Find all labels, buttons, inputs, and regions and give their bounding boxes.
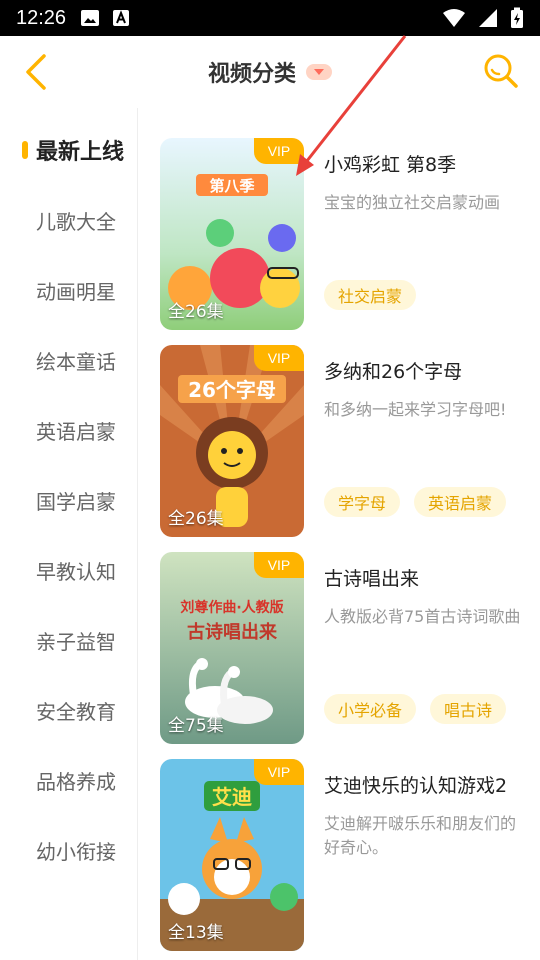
signal-icon (479, 9, 497, 27)
sidebar-item-label: 早教认知 (36, 559, 116, 584)
sidebar-item-parent-child[interactable]: 亲子益智 (0, 620, 138, 660)
thumbnail-text: 刘尊作曲·人教版 (180, 599, 283, 616)
chevron-left-icon (26, 54, 46, 90)
episode-count: 全13集 (168, 923, 224, 943)
video-card[interactable]: 艾迪 VIP 全13集 艾迪快乐的认知游戏2 艾迪解开啵乐乐和朋友们的好奇心。 (160, 759, 530, 951)
sidebar-item-character[interactable]: 品格养成 (0, 760, 138, 800)
tag-chip[interactable]: 学字母 (324, 487, 401, 517)
video-description: 宝宝的独立社交启蒙动画 (324, 193, 501, 212)
search-button[interactable] (482, 52, 520, 90)
status-time: 12:26 (16, 6, 67, 29)
video-title: 多纳和26个字母 (324, 361, 463, 383)
status-bar: 12:26 (0, 0, 540, 36)
thumbnail-text: 26个字母 (188, 378, 276, 402)
category-title-dropdown[interactable]: 视频分类 (208, 56, 332, 88)
header: 视频分类 (0, 36, 540, 108)
episode-count: 全75集 (168, 716, 224, 736)
tag-chip[interactable]: 小学必备 (324, 694, 417, 724)
sidebar-item-label: 安全教育 (36, 699, 116, 724)
video-title: 古诗唱出来 (324, 568, 420, 590)
video-card[interactable]: 26个字母 VIP 全26集 多纳和26个字母 和多纳一起来学习字母吧! 学字母… (160, 345, 530, 537)
video-thumbnail: 第八季 VIP 全26集 (160, 138, 304, 330)
episode-count: 全26集 (168, 302, 224, 322)
thumbnail-text: 艾迪 (212, 785, 252, 809)
video-thumbnail: 刘尊作曲·人教版 古诗唱出来 VIP 全75集 (160, 552, 304, 744)
sidebar-item-label: 品格养成 (36, 769, 116, 794)
sidebar-item-picture-books[interactable]: 绘本童话 (0, 340, 138, 380)
sidebar-item-kindergarten-transition[interactable]: 幼小衔接 (0, 830, 138, 870)
battery-icon (511, 7, 523, 28)
sidebar-item-safety[interactable]: 安全教育 (0, 690, 138, 730)
sidebar-item-label: 国学启蒙 (36, 489, 116, 514)
video-thumbnail: 艾迪 VIP 全13集 (160, 759, 304, 951)
sidebar-item-label: 幼小衔接 (36, 839, 116, 864)
video-description: 和多纳一起来学习字母吧! (324, 400, 507, 419)
video-title: 小鸡彩虹 第8季 (324, 154, 457, 176)
a-notification-icon (113, 10, 130, 26)
sidebar-item-label: 绘本童话 (36, 349, 116, 374)
thumbnail-text: 古诗唱出来 (187, 621, 278, 643)
video-description: 艾迪解开啵乐乐和朋友们的好奇心。 (324, 814, 517, 857)
sidebar-item-early-education[interactable]: 早教认知 (0, 550, 138, 590)
video-card[interactable]: 刘尊作曲·人教版 古诗唱出来 VIP 全75集 古诗唱出来 人教版必背75首古诗… (160, 552, 530, 744)
video-description: 人教版必背75首古诗词歌曲 (324, 607, 521, 626)
back-button[interactable] (18, 50, 58, 94)
image-notification-icon (81, 10, 100, 26)
video-title: 艾迪快乐的认知游戏2 (324, 775, 508, 797)
wifi-icon (443, 9, 465, 27)
video-thumbnail: 26个字母 VIP 全26集 (160, 345, 304, 537)
sidebar-item-songs[interactable]: 儿歌大全 (0, 200, 138, 240)
thumbnail-text: 第八季 (209, 177, 254, 195)
sidebar-item-english[interactable]: 英语启蒙 (0, 410, 138, 450)
vip-badge: VIP (254, 345, 304, 371)
sidebar-item-label: 最新上线 (36, 140, 125, 165)
tag-chip[interactable]: 英语启蒙 (414, 487, 507, 517)
vip-badge: VIP (254, 138, 304, 164)
chevron-down-icon (306, 64, 332, 80)
sidebar-item-label: 儿歌大全 (36, 209, 116, 234)
sidebar-item-latest[interactable]: 最新上线 (0, 130, 138, 170)
active-indicator (22, 141, 28, 159)
sidebar-item-cartoon-stars[interactable]: 动画明星 (0, 270, 138, 310)
sidebar-item-label: 亲子益智 (36, 629, 116, 654)
tag-chip[interactable]: 唱古诗 (430, 694, 507, 724)
tag-chip[interactable]: 社交启蒙 (324, 280, 417, 310)
sidebar-item-label: 动画明星 (36, 279, 116, 304)
episode-count: 全26集 (168, 509, 224, 529)
sidebar-item-chinese-classics[interactable]: 国学启蒙 (0, 480, 138, 520)
page-title: 视频分类 (207, 62, 296, 87)
video-card[interactable]: 第八季 VIP 全26集 小鸡彩虹 第8季 宝宝的独立社交启蒙动画 社交启蒙 (160, 138, 530, 330)
category-sidebar: 最新上线 儿歌大全 动画明星 绘本童话 英语启蒙 国学启蒙 早教认知 亲子益智 … (0, 108, 138, 960)
search-icon (484, 54, 518, 88)
sidebar-item-label: 英语启蒙 (36, 419, 116, 444)
vip-badge: VIP (254, 552, 304, 578)
vip-badge: VIP (254, 759, 304, 785)
